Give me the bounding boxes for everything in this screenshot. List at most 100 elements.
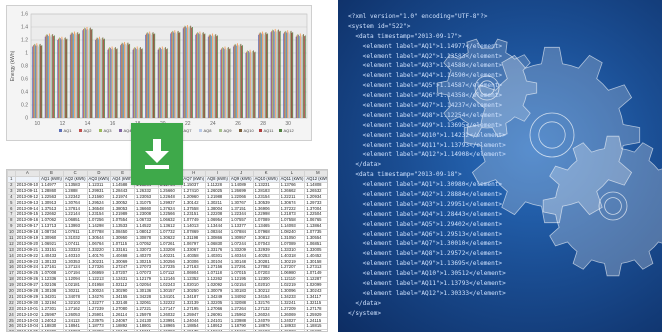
- header-cell[interactable]: AQ10 (kWh): [252, 175, 280, 183]
- bar: [215, 34, 217, 118]
- bar: [185, 26, 187, 119]
- xml-line: <element label="AQ1">1.30980</element>: [348, 181, 503, 189]
- cell[interactable]: 2013-10-01: [14, 305, 41, 313]
- bar: [274, 28, 276, 119]
- bar: [35, 45, 37, 118]
- bar: [247, 50, 248, 118]
- legend-label: AQ9: [224, 128, 233, 133]
- xml-line: <element label="AQ7">1.30010</element>: [348, 240, 503, 248]
- bar: [300, 35, 302, 119]
- bar: [34, 44, 36, 118]
- bar: [85, 29, 87, 119]
- cell[interactable]: 2013-09-22: [14, 252, 41, 260]
- cell[interactable]: 2013-10-02: [14, 311, 41, 319]
- bar: [226, 49, 228, 118]
- bar: [52, 34, 54, 118]
- cell[interactable]: 2013-09-21: [14, 246, 41, 254]
- bar: [212, 33, 213, 118]
- xml-line: <element label="AQ4">1.28443</element>: [348, 210, 503, 218]
- header-cell[interactable]: AQ1 (kWh): [39, 175, 64, 183]
- cell[interactable]: 2013-09-30: [14, 299, 41, 307]
- bar: [229, 48, 231, 119]
- header-cell[interactable]: AQ8 (kWh): [205, 175, 230, 183]
- cell[interactable]: 2013-09-14: [14, 205, 41, 213]
- bar: [140, 47, 141, 118]
- bar: [61, 36, 63, 118]
- bar: [135, 47, 136, 118]
- cell[interactable]: 2013-09-15: [14, 211, 41, 219]
- bar: [253, 50, 254, 118]
- bar: [284, 32, 285, 119]
- bar: [258, 34, 259, 118]
- bar: [147, 32, 149, 118]
- download-button[interactable]: [131, 123, 183, 185]
- xml-line: <element label="AQ7">1.14237</element>: [348, 102, 503, 110]
- cell[interactable]: 2013-09-20: [14, 240, 41, 248]
- spreadsheet-panel: ABCDEFGHIJKLM1AQ1 (kWh)AQ2 (kWh)AQ3 (kWh…: [6, 169, 328, 332]
- bar: [292, 32, 294, 119]
- xml-code: <?xml version="1.0" encoding="UTF-8"?> <s…: [348, 12, 506, 319]
- xml-line: <data timestamp="2013-09-18">: [348, 171, 462, 179]
- bar: [148, 34, 150, 118]
- x-tick-label: 24: [210, 121, 216, 127]
- cell[interactable]: 2013-10-04: [14, 323, 41, 331]
- bar: [195, 34, 197, 118]
- bar: [299, 36, 300, 118]
- bar: [222, 47, 224, 118]
- cell[interactable]: 2013-09-28: [14, 287, 41, 295]
- cell[interactable]: 2013-09-25: [14, 270, 41, 278]
- bar: [299, 33, 301, 118]
- cell[interactable]: 2013-09-23: [14, 258, 41, 266]
- cell[interactable]: 2013-09-10: [14, 181, 41, 189]
- cell[interactable]: 2013-09-29: [14, 293, 41, 301]
- bar: [296, 35, 298, 119]
- bar: [83, 28, 85, 119]
- cell[interactable]: 2013-09-11: [14, 187, 41, 195]
- bar: [228, 49, 230, 118]
- cell[interactable]: 2013-09-24: [14, 264, 41, 272]
- bar: [128, 44, 130, 118]
- bar: [279, 30, 281, 118]
- cell[interactable]: 2013-09-12: [14, 193, 41, 201]
- bar: [103, 39, 105, 118]
- header-cell[interactable]: AQ9 (kWh): [228, 175, 254, 183]
- cell[interactable]: 2013-09-17: [14, 223, 41, 230]
- cell[interactable]: 2013-09-16: [14, 217, 41, 225]
- bar: [64, 37, 66, 118]
- cell[interactable]: 2013-09-18: [14, 228, 41, 236]
- cell[interactable]: 2013-09-26: [14, 276, 41, 283]
- header-cell[interactable]: AQ2 (kWh): [62, 175, 88, 183]
- bar: [114, 47, 115, 118]
- bar: [259, 32, 261, 119]
- bar: [141, 48, 143, 119]
- bar: [120, 45, 121, 119]
- cell[interactable]: 2013-10-03: [14, 317, 41, 325]
- cell[interactable]: 2013-09-27: [14, 281, 41, 289]
- header-cell[interactable]: AQ11 (kWh): [278, 175, 306, 183]
- bar: [127, 42, 129, 118]
- bar: [271, 30, 273, 118]
- header-cell[interactable]: AQ3 (kWh): [86, 175, 112, 183]
- header-cell[interactable]: AQ7 (kWh): [181, 175, 207, 183]
- bar: [250, 51, 252, 119]
- xml-line: <element label="AQ5">1.14587</element>: [348, 82, 503, 90]
- legend-label: AQ3: [104, 128, 113, 133]
- y-tick-label: 0.4: [21, 90, 28, 96]
- bar: [278, 29, 279, 119]
- xml-line: <element label="AQ12">1.14908</element>: [348, 151, 506, 159]
- legend-label: AQ12: [284, 128, 295, 133]
- bar: [88, 30, 90, 118]
- bar: [177, 30, 179, 118]
- cell[interactable]: 2013-09-13: [14, 199, 41, 207]
- bar: [64, 38, 65, 118]
- cell[interactable]: 2013-09-19: [14, 234, 41, 242]
- bar: [234, 43, 236, 118]
- bar: [188, 28, 190, 118]
- data-spreadsheet[interactable]: ABCDEFGHIJKLM1AQ1 (kWh)AQ2 (kWh)AQ3 (kWh…: [7, 170, 327, 331]
- bar: [223, 49, 225, 118]
- bar: [47, 34, 49, 118]
- header-cell[interactable]: AQ12 (kWh): [304, 175, 327, 183]
- bar: [263, 34, 265, 118]
- bar: [289, 31, 291, 118]
- bar: [163, 49, 165, 118]
